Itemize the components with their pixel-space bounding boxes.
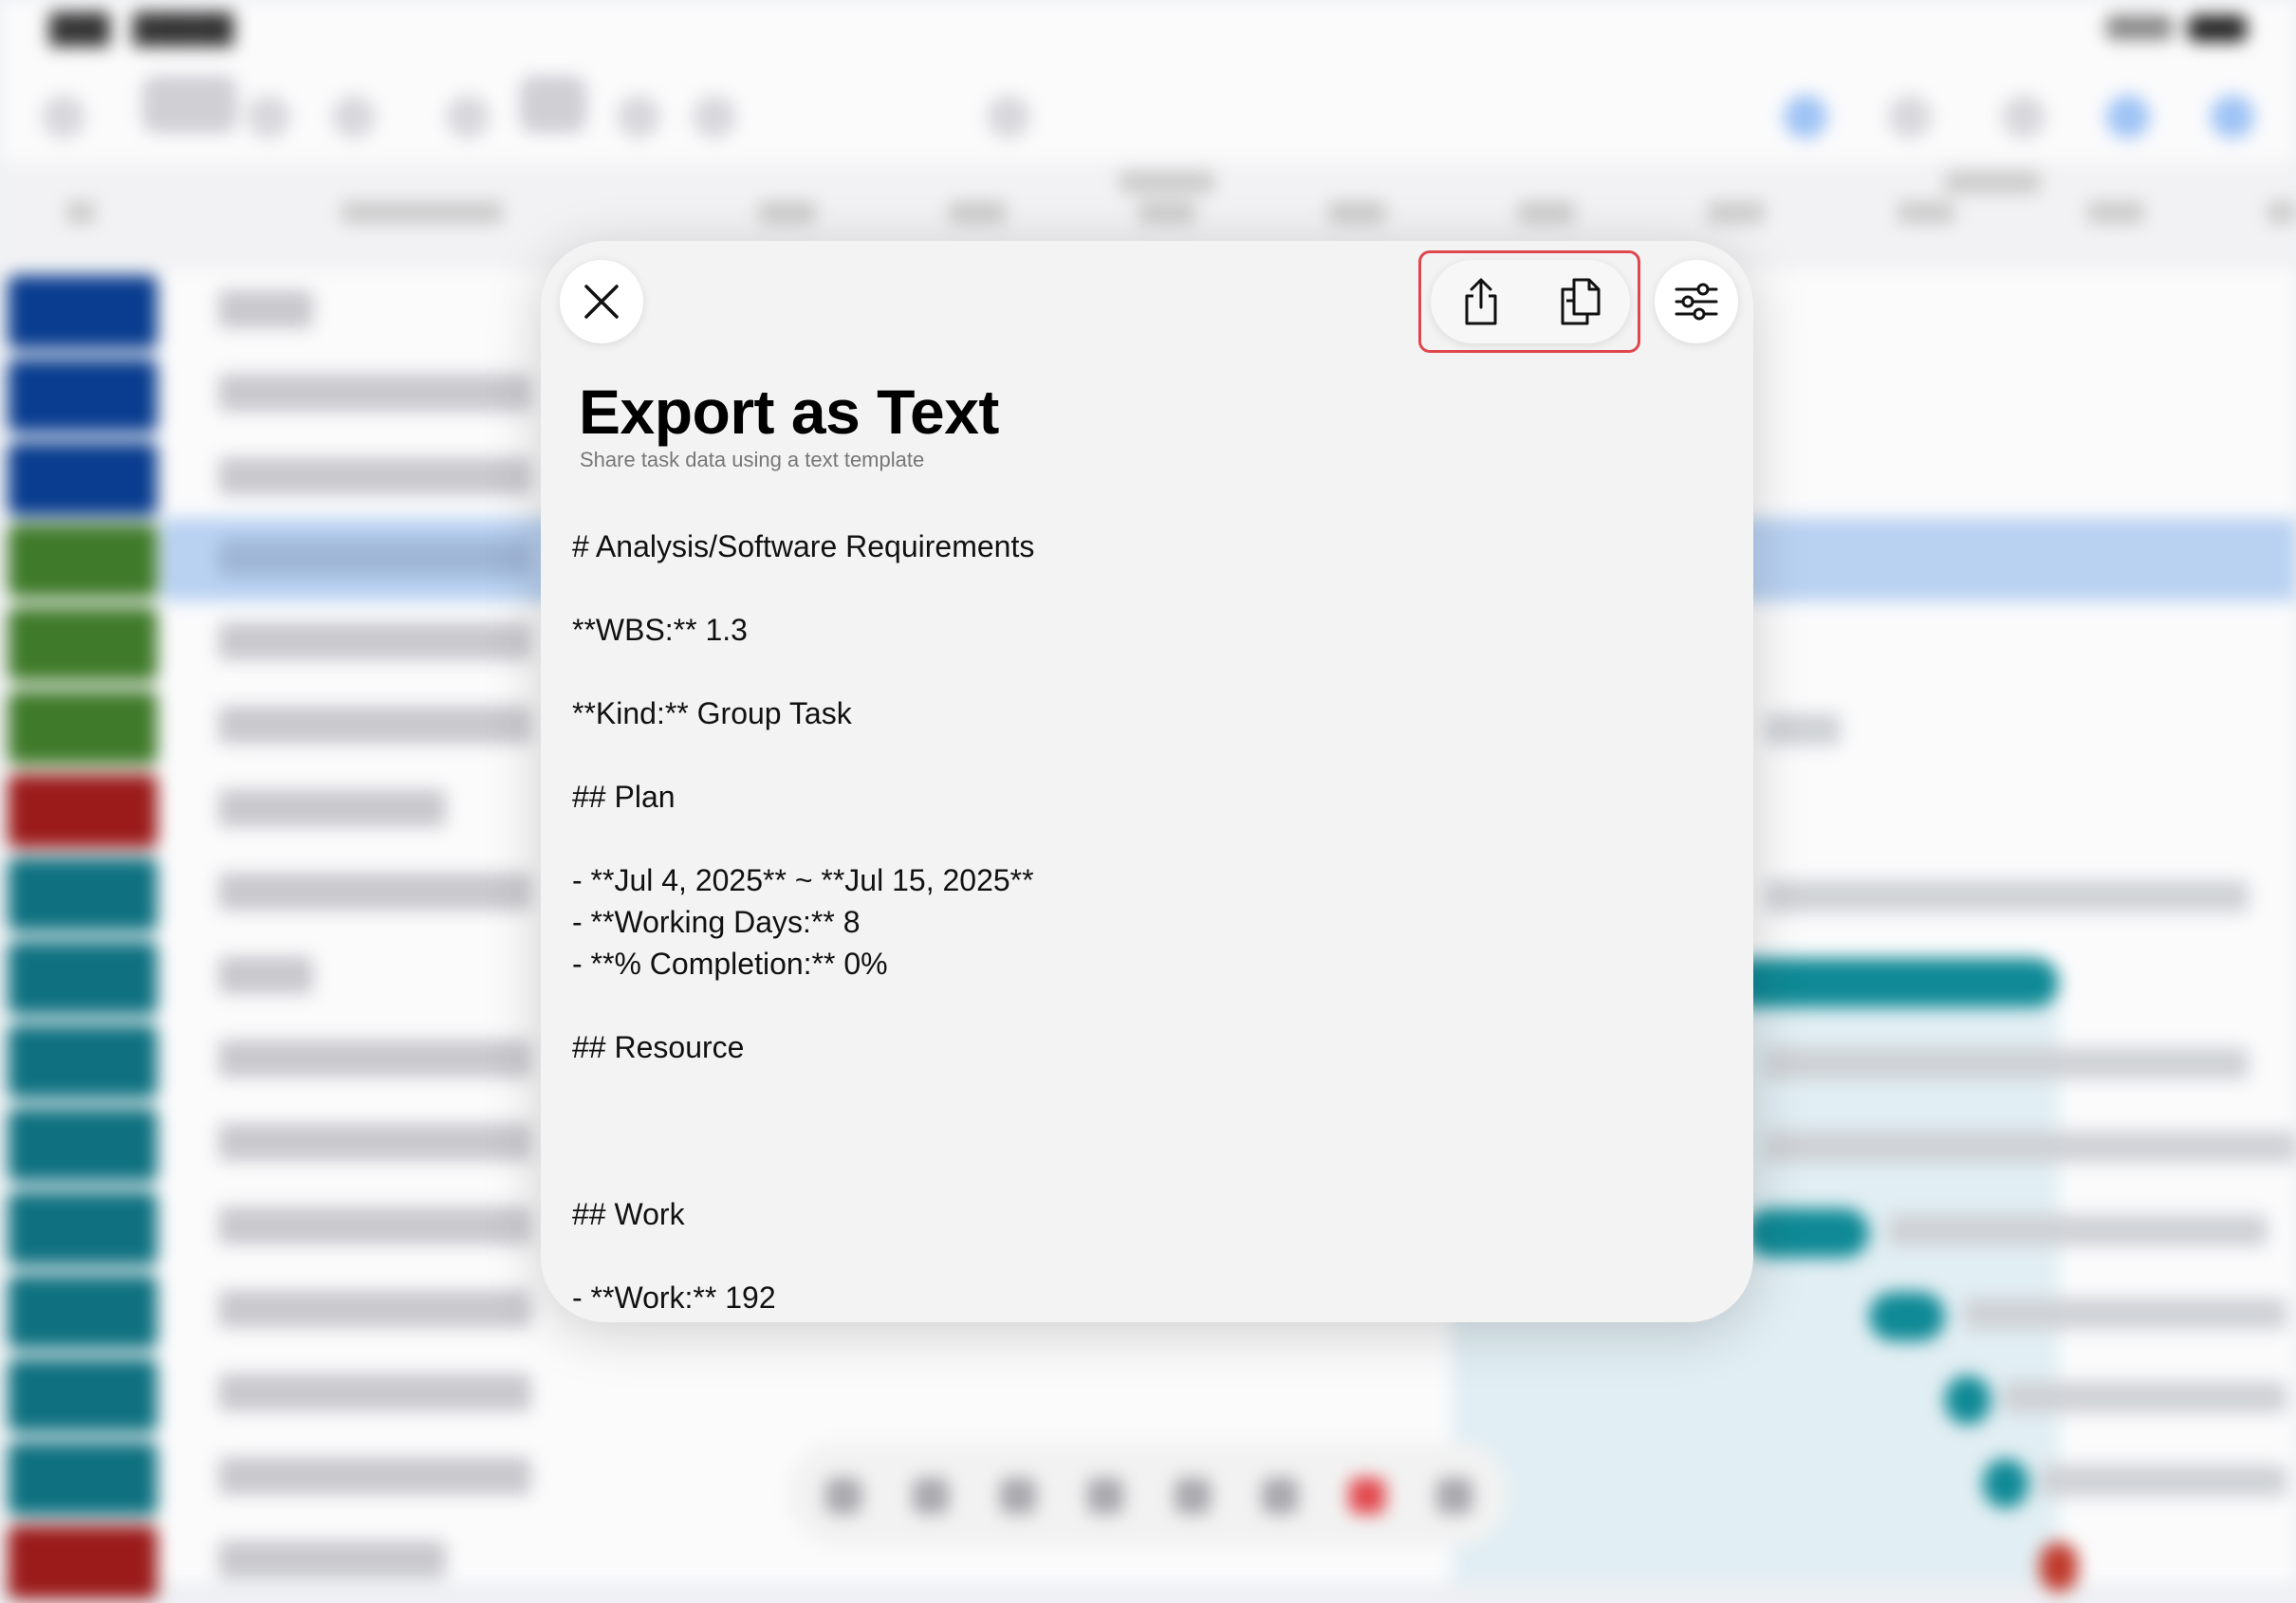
close-button[interactable] [560, 260, 643, 343]
export-as-text-sheet: Export as Text Share task data using a t… [541, 241, 1753, 1322]
template-settings-button[interactable] [1655, 260, 1738, 343]
undo-icon [247, 95, 290, 138]
search-icon [1888, 95, 1932, 138]
header-col-name [342, 201, 503, 224]
sliders-icon [1675, 283, 1718, 321]
modal-title: Export as Text [579, 377, 999, 447]
status-bar: ███ █████ [0, 0, 2296, 57]
toolbar-group-1 [142, 76, 237, 133]
export-action-group [1431, 260, 1630, 343]
status-date-blurred: █████ [133, 13, 234, 45]
text-line-heading: # Analysis/Software Requirements [572, 529, 1035, 563]
header-date [949, 201, 1006, 224]
copy-icon [1561, 278, 1600, 325]
text-line-plan-dates: - **Jul 4, 2025** ~ **Jul 15, 2025** [572, 863, 1034, 897]
header-month-2 [1945, 171, 2040, 193]
document-icon [987, 95, 1030, 138]
modal-subtitle: Share task data using a text template [580, 448, 925, 471]
header-date [1518, 201, 1575, 224]
text-line-wbs: **WBS:** 1.3 [572, 613, 748, 647]
text-line-working-days: - **Working Days:** 8 [572, 905, 861, 939]
header-date [1708, 201, 1765, 224]
redo-icon [332, 95, 376, 138]
more-icon [2211, 95, 2254, 138]
bottom-toolbar [787, 1442, 1509, 1546]
text-line-work-heading: ## Work [572, 1197, 685, 1231]
link-icon [693, 95, 736, 138]
status-time-blurred: ███ [49, 13, 110, 45]
text-line-kind: **Kind:** Group Task [572, 696, 852, 730]
share-button[interactable] [1431, 260, 1530, 343]
outdent-icon [617, 95, 660, 138]
header-date [2087, 201, 2144, 224]
header-month-1 [1120, 171, 1214, 193]
copy-button[interactable] [1530, 260, 1630, 343]
sidebar-icon [42, 95, 85, 138]
text-line-resource-heading: ## Resource [572, 1030, 745, 1064]
share-icon [1465, 278, 1496, 325]
text-line-plan-heading: ## Plan [572, 780, 676, 814]
share-app-icon [2002, 95, 2046, 138]
wifi-icon [2106, 15, 2173, 40]
app-toolbar [0, 57, 2296, 152]
export-text-view[interactable]: # Analysis/Software Requirements **WBS:*… [572, 525, 1711, 1322]
text-line-completion: - **% Completion:** 0% [572, 947, 888, 981]
header-date [2268, 201, 2296, 224]
header-date [1898, 201, 1954, 224]
view-icon [1784, 95, 1827, 138]
text-line-work-value: - **Work:** 192 [572, 1281, 776, 1315]
battery-icon [2188, 15, 2247, 42]
header-col-id [66, 201, 95, 224]
task-row [0, 1353, 2296, 1436]
toolbar-group-2 [520, 76, 586, 133]
filter-icon [2106, 95, 2150, 138]
indent-icon [446, 95, 490, 138]
header-date [1139, 201, 1195, 224]
header-date [1328, 201, 1385, 224]
close-icon [584, 285, 619, 319]
header-date [759, 201, 816, 224]
